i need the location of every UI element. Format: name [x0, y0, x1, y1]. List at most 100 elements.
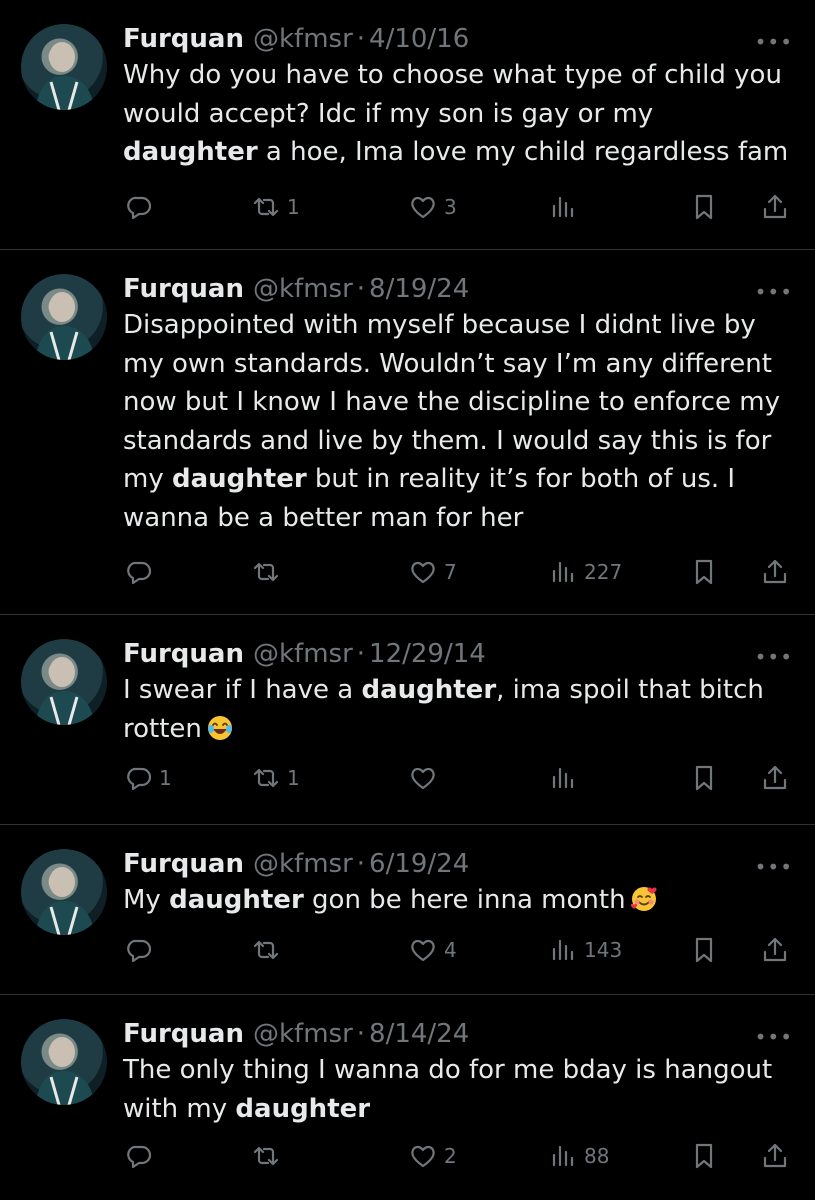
tweet-date[interactable]: 12/29/14 — [369, 635, 486, 673]
retweet-icon — [253, 1146, 279, 1166]
view-count: 227 — [584, 560, 623, 584]
author-handle[interactable]: @kfmsr — [253, 20, 353, 58]
like-button[interactable]: 7 — [408, 557, 457, 587]
tweet[interactable]: Furquan @kfmsr · 8/14/24 ••• The only th… — [0, 995, 815, 1200]
text-part: gon be here inna month — [303, 885, 626, 915]
author-name[interactable]: Furquan — [123, 20, 244, 58]
author-name[interactable]: Furquan — [123, 635, 244, 673]
reply-button[interactable] — [123, 557, 159, 587]
bookmark-icon — [695, 194, 713, 220]
avatar[interactable] — [21, 639, 107, 725]
reply-button[interactable]: 1 — [123, 763, 172, 793]
reply-icon — [127, 196, 152, 220]
author-handle[interactable]: @kfmsr — [253, 270, 353, 308]
more-options-icon[interactable]: ••• — [755, 1025, 793, 1049]
separator: · — [356, 639, 366, 669]
view-count: 88 — [584, 1144, 610, 1168]
like-count: 4 — [444, 938, 457, 962]
retweet-icon — [253, 768, 279, 788]
retweet-button[interactable] — [251, 557, 287, 587]
tweet[interactable]: Furquan @kfmsr · 12/29/14 ••• I swear if… — [0, 615, 815, 825]
heart-icon — [411, 1145, 435, 1168]
more-options-icon[interactable]: ••• — [755, 855, 793, 879]
like-button[interactable]: 2 — [408, 1141, 457, 1171]
author-handle[interactable]: @kfmsr — [253, 1015, 353, 1053]
text-part: I swear if I have a — [123, 675, 362, 705]
action-bar: 4 143 — [123, 935, 793, 975]
more-options-icon[interactable]: ••• — [755, 30, 793, 54]
more-options-icon[interactable]: ••• — [755, 280, 793, 304]
highlighted-term: daughter — [361, 675, 497, 705]
author-handle[interactable]: @kfmsr — [253, 845, 353, 883]
like-button[interactable]: 3 — [408, 192, 457, 222]
reply-icon — [127, 939, 152, 963]
avatar[interactable] — [21, 24, 107, 110]
retweet-button[interactable]: 1 — [251, 763, 300, 793]
laughing-tears-emoji — [207, 715, 232, 740]
views-button[interactable]: 227 — [548, 557, 622, 587]
tweet-date[interactable]: 6/19/24 — [369, 845, 469, 883]
like-count: 3 — [444, 195, 457, 219]
author-name[interactable]: Furquan — [123, 845, 244, 883]
share-button[interactable] — [760, 557, 790, 587]
retweet-count: 1 — [287, 195, 300, 219]
retweet-button[interactable] — [251, 935, 287, 965]
share-icon — [763, 1143, 787, 1168]
action-bar: 2 88 — [123, 1141, 793, 1181]
tweet-date[interactable]: 8/19/24 — [369, 270, 469, 308]
bookmark-button[interactable] — [689, 935, 719, 965]
share-icon — [763, 937, 787, 962]
retweet-button[interactable] — [251, 1141, 287, 1171]
tweet[interactable]: Furquan @kfmsr · 8/19/24 ••• Disappointe… — [0, 250, 815, 615]
separator: · — [356, 24, 366, 54]
tweet-header: Furquan @kfmsr · 4/10/16 — [123, 20, 793, 58]
bookmark-button[interactable] — [689, 192, 719, 222]
views-button[interactable]: 143 — [548, 935, 622, 965]
action-bar: 7 227 — [123, 557, 793, 597]
author-name[interactable]: Furquan — [123, 1015, 244, 1053]
like-button[interactable]: 4 — [408, 935, 457, 965]
separator: · — [356, 274, 366, 304]
reply-button[interactable] — [123, 935, 159, 965]
share-button[interactable] — [760, 1141, 790, 1171]
bookmark-button[interactable] — [689, 557, 719, 587]
tweet-text: Disappointed with myself because I didnt… — [123, 306, 793, 537]
avatar[interactable] — [21, 1019, 107, 1105]
share-button[interactable] — [760, 192, 790, 222]
reply-button[interactable] — [123, 1141, 159, 1171]
views-button[interactable] — [548, 192, 584, 222]
views-button[interactable] — [548, 763, 584, 793]
retweet-icon — [253, 940, 279, 960]
tweet-date[interactable]: 8/14/24 — [369, 1015, 469, 1053]
share-button[interactable] — [760, 935, 790, 965]
avatar[interactable] — [21, 274, 107, 360]
heart-icon — [411, 196, 435, 219]
retweet-button[interactable]: 1 — [251, 192, 300, 222]
highlighted-term: daughter — [123, 137, 258, 167]
retweet-icon — [253, 562, 279, 582]
author-name[interactable]: Furquan — [123, 270, 244, 308]
highlighted-term: daughter — [169, 885, 304, 915]
author-handle[interactable]: @kfmsr — [253, 635, 353, 673]
views-button[interactable]: 88 — [548, 1141, 609, 1171]
bookmark-button[interactable] — [689, 1141, 719, 1171]
like-button[interactable] — [408, 763, 444, 793]
share-button[interactable] — [760, 763, 790, 793]
text-part: a hoe, Ima love my child regardless fam — [257, 137, 789, 167]
more-options-icon[interactable]: ••• — [755, 645, 793, 669]
tweet[interactable]: Furquan @kfmsr · 6/19/24 ••• My daughter… — [0, 825, 815, 995]
reply-button[interactable] — [123, 192, 159, 222]
tweet-text: I swear if I have a daughter, ima spoil … — [123, 671, 793, 748]
reply-icon — [127, 1145, 152, 1169]
avatar[interactable] — [21, 849, 107, 935]
bookmark-button[interactable] — [689, 763, 719, 793]
bookmark-icon — [695, 1143, 713, 1169]
tweet-header: Furquan @kfmsr · 12/29/14 — [123, 635, 793, 673]
tweet-feed: Furquan @kfmsr · 4/10/16 ••• Why do you … — [0, 0, 815, 1200]
view-count: 143 — [584, 938, 623, 962]
share-icon — [763, 559, 787, 584]
retweet-count: 1 — [287, 766, 300, 790]
tweet[interactable]: Furquan @kfmsr · 4/10/16 ••• Why do you … — [0, 0, 815, 250]
tweet-date[interactable]: 4/10/16 — [369, 20, 469, 58]
heart-icon — [411, 561, 435, 584]
